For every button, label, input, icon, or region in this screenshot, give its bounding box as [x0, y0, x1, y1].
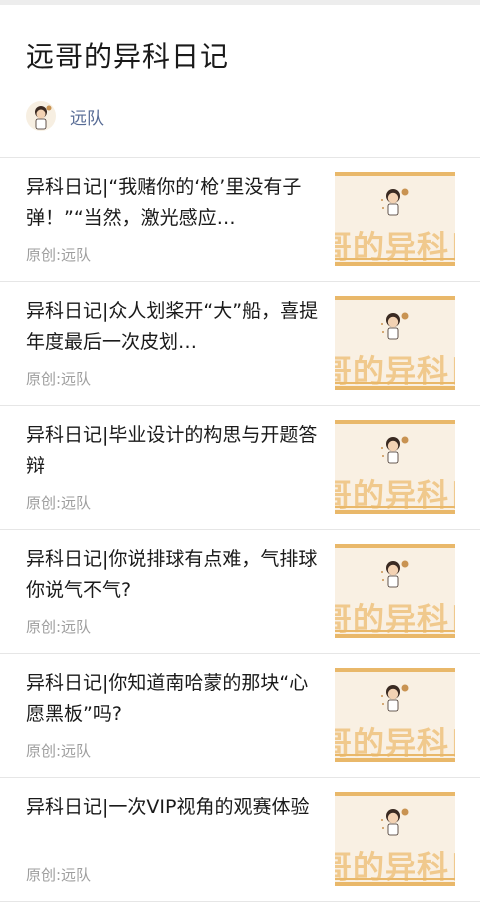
article-thumbnail[interactable]: 哥的异科日: [335, 544, 455, 638]
article-thumbnail[interactable]: 哥的异科日: [335, 668, 455, 762]
article-text: 异科日记|你知道南哈蒙的那块“心愿黑板”吗? 原创:远队: [26, 654, 322, 777]
list-item[interactable]: 异科日记|一次VIP视角的观赛体验 原创:远队 哥的异科日: [0, 778, 480, 902]
list-item[interactable]: 异科日记|毕业设计的构思与开题答辩 原创:远队 哥的异科日: [0, 406, 480, 530]
article-thumbnail[interactable]: 哥的异科日: [335, 296, 455, 390]
article-thumbnail[interactable]: 哥的异科日: [335, 172, 455, 266]
list-item[interactable]: 异科日记|“我赌你的‘枪’里没有子弹！”“当然，激光感应… 原创:远队 哥的异科…: [0, 158, 480, 282]
article-title[interactable]: 异科日记|你说排球有点难，气排球你说气不气?: [26, 544, 322, 606]
article-source: 原创:远队: [26, 370, 92, 388]
article-text: 异科日记|众人划桨开“大”船，喜提年度最后一次皮划… 原创:远队: [26, 282, 322, 405]
cartoon-boy-avatar-icon: [35, 105, 52, 130]
article-text: 异科日记|你说排球有点难，气排球你说气不气? 原创:远队: [26, 530, 322, 653]
mascot-icon: [381, 436, 409, 464]
mascot-icon: [381, 684, 409, 712]
mascot-icon: [381, 560, 409, 588]
list-item[interactable]: 异科日记|你知道南哈蒙的那块“心愿黑板”吗? 原创:远队 哥的异科日: [0, 654, 480, 778]
article-list: 异科日记|“我赌你的‘枪’里没有子弹！”“当然，激光感应… 原创:远队 哥的异科…: [0, 157, 480, 902]
list-item[interactable]: 异科日记|你说排球有点难，气排球你说气不气? 原创:远队 哥的异科日: [0, 530, 480, 654]
article-title[interactable]: 异科日记|毕业设计的构思与开题答辩: [26, 420, 322, 482]
page-header: 远哥的异科日记 远队: [0, 5, 480, 131]
mascot-icon: [381, 188, 409, 216]
article-text: 异科日记|毕业设计的构思与开题答辩 原创:远队: [26, 406, 322, 529]
article-thumbnail[interactable]: 哥的异科日: [335, 420, 455, 514]
avatar[interactable]: [26, 101, 56, 131]
page-title: 远哥的异科日记: [26, 40, 230, 73]
article-title[interactable]: 异科日记|“我赌你的‘枪’里没有子弹！”“当然，激光感应…: [26, 172, 322, 234]
mascot-icon: [381, 312, 409, 340]
article-source: 原创:远队: [26, 494, 92, 512]
article-text: 异科日记|“我赌你的‘枪’里没有子弹！”“当然，激光感应… 原创:远队: [26, 158, 322, 281]
article-thumbnail[interactable]: 哥的异科日: [335, 792, 455, 886]
mascot-icon: [381, 808, 409, 836]
article-source: 原创:远队: [26, 246, 92, 264]
article-title[interactable]: 异科日记|一次VIP视角的观赛体验: [26, 792, 322, 854]
author-name[interactable]: 远队: [70, 104, 104, 129]
author-row[interactable]: 远队: [26, 101, 454, 131]
article-source: 原创:远队: [26, 866, 92, 884]
list-item[interactable]: 异科日记|众人划桨开“大”船，喜提年度最后一次皮划… 原创:远队 哥的异科日: [0, 282, 480, 406]
article-text: 异科日记|一次VIP视角的观赛体验 原创:远队: [26, 778, 322, 901]
article-source: 原创:远队: [26, 742, 92, 760]
article-title[interactable]: 异科日记|你知道南哈蒙的那块“心愿黑板”吗?: [26, 668, 322, 730]
article-source: 原创:远队: [26, 618, 92, 636]
article-title[interactable]: 异科日记|众人划桨开“大”船，喜提年度最后一次皮划…: [26, 296, 322, 358]
